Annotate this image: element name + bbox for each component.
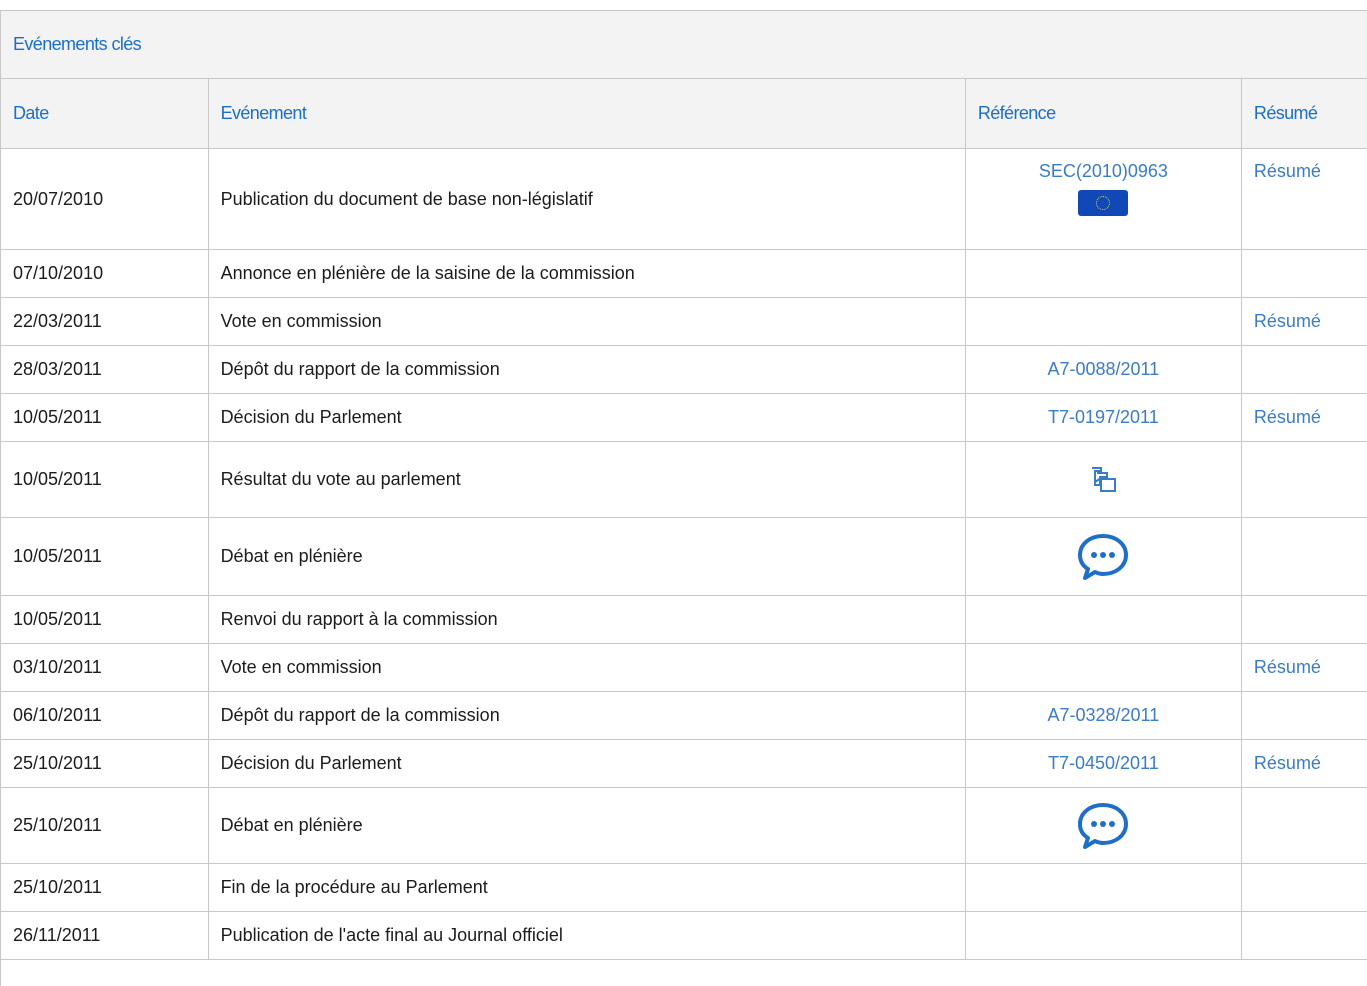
event-summary-cell: Résumé: [1241, 643, 1367, 692]
event-date: 22/03/2011: [1, 297, 209, 346]
event-name: Publication de l'acte final au Journal o…: [208, 911, 966, 960]
event-reference-cell: [965, 441, 1242, 518]
key-events-panel: Evénements clés Date Evénement Référence…: [0, 10, 1367, 986]
event-reference-cell: SEC(2010)0963: [965, 148, 1242, 250]
event-name: Publication du document de base non-légi…: [208, 148, 966, 250]
event-reference-cell: T7-0197/2011: [965, 393, 1242, 442]
column-header-event: Evénement: [208, 79, 966, 149]
event-reference-cell: [965, 297, 1242, 346]
reference-link[interactable]: T7-0197/2011: [1048, 407, 1159, 427]
table-row: 28/03/2011 Dépôt du rapport de la commis…: [1, 345, 1367, 394]
event-summary-cell: [1241, 441, 1367, 518]
table-row: 10/05/2011 Renvoi du rapport à la commis…: [1, 595, 1367, 644]
event-summary-cell: Résumé: [1241, 297, 1367, 346]
table-row: 22/03/2011 Vote en commission Résumé: [1, 297, 1367, 346]
event-summary-cell: [1241, 595, 1367, 644]
reference-link[interactable]: A7-0328/2011: [1047, 705, 1159, 725]
event-reference-cell: [965, 911, 1242, 960]
event-summary-cell: [1241, 787, 1367, 864]
reference-link[interactable]: T7-0450/2011: [1048, 753, 1159, 773]
event-name: Vote en commission: [208, 643, 966, 692]
event-reference-cell: [965, 863, 1242, 912]
event-reference-cell: A7-0088/2011: [965, 345, 1242, 394]
summary-link[interactable]: Résumé: [1254, 753, 1321, 773]
event-name: Débat en plénière: [208, 517, 966, 596]
event-reference-cell: A7-0328/2011: [965, 691, 1242, 740]
table-row: 07/10/2010 Annonce en plénière de la sai…: [1, 249, 1367, 298]
event-summary-cell: [1241, 863, 1367, 912]
reference-link[interactable]: A7-0088/2011: [1047, 359, 1159, 379]
event-reference-cell: [965, 643, 1242, 692]
event-summary-cell: [1241, 517, 1367, 596]
table-row: 10/05/2011 Résultat du vote au parlement: [1, 441, 1367, 518]
event-date: 06/10/2011: [1, 691, 209, 740]
eu-flag-icon[interactable]: [1078, 190, 1129, 216]
table-row: 03/10/2011 Vote en commission Résumé: [1, 643, 1367, 692]
table-row: 25/10/2011 Fin de la procédure au Parlem…: [1, 863, 1367, 912]
event-date: 10/05/2011: [1, 441, 209, 518]
summary-link[interactable]: Résumé: [1254, 407, 1321, 427]
table-row: 06/10/2011 Dépôt du rapport de la commis…: [1, 691, 1367, 740]
event-name: Annonce en plénière de la saisine de la …: [208, 249, 966, 298]
event-summary-cell: Résumé: [1241, 739, 1367, 788]
table-row: 10/05/2011 Débat en plénière: [1, 517, 1367, 596]
event-name: Débat en plénière: [208, 787, 966, 864]
event-summary-cell: [1241, 911, 1367, 960]
event-summary-cell: Résumé: [1241, 393, 1367, 442]
event-name: Dépôt du rapport de la commission: [208, 691, 966, 740]
key-events-table: Date Evénement Référence Résumé 20/07/20…: [1, 79, 1367, 960]
event-summary-cell: [1241, 691, 1367, 740]
event-name: Dépôt du rapport de la commission: [208, 345, 966, 394]
event-date: 10/05/2011: [1, 595, 209, 644]
event-date: 10/05/2011: [1, 517, 209, 596]
table-header-row: Date Evénement Référence Résumé: [1, 79, 1367, 149]
event-date: 25/10/2011: [1, 787, 209, 864]
event-date: 07/10/2010: [1, 249, 209, 298]
event-reference-cell: T7-0450/2011: [965, 739, 1242, 788]
event-date: 10/05/2011: [1, 393, 209, 442]
event-name: Fin de la procédure au Parlement: [208, 863, 966, 912]
event-date: 25/10/2011: [1, 739, 209, 788]
event-name: Résultat du vote au parlement: [208, 441, 966, 518]
summary-link[interactable]: Résumé: [1254, 311, 1321, 331]
event-date: 25/10/2011: [1, 863, 209, 912]
event-date: 26/11/2011: [1, 911, 209, 960]
table-row: 25/10/2011 Décision du Parlement T7-0450…: [1, 739, 1367, 788]
table-row: 26/11/2011 Publication de l'acte final a…: [1, 911, 1367, 960]
event-name: Renvoi du rapport à la commission: [208, 595, 966, 644]
column-header-reference: Référence: [965, 79, 1242, 149]
event-summary-cell: [1241, 345, 1367, 394]
table-row: 20/07/2010 Publication du document de ba…: [1, 148, 1367, 250]
event-date: 20/07/2010: [1, 148, 209, 250]
summary-link[interactable]: Résumé: [1254, 161, 1321, 181]
vote-result-icon[interactable]: [1085, 462, 1121, 498]
column-header-summary: Résumé: [1241, 79, 1367, 149]
event-summary-cell: Résumé: [1241, 148, 1367, 250]
summary-link[interactable]: Résumé: [1254, 657, 1321, 677]
debate-chat-icon[interactable]: [1076, 802, 1130, 850]
panel-title: Evénements clés: [1, 11, 1367, 79]
event-name: Décision du Parlement: [208, 739, 966, 788]
event-name: Décision du Parlement: [208, 393, 966, 442]
event-date: 28/03/2011: [1, 345, 209, 394]
event-reference-cell: [965, 595, 1242, 644]
event-date: 03/10/2011: [1, 643, 209, 692]
event-reference-cell: [965, 787, 1242, 864]
event-reference-cell: [965, 517, 1242, 596]
column-header-date: Date: [1, 79, 209, 149]
event-summary-cell: [1241, 249, 1367, 298]
table-row: 10/05/2011 Décision du Parlement T7-0197…: [1, 393, 1367, 442]
event-reference-cell: [965, 249, 1242, 298]
event-name: Vote en commission: [208, 297, 966, 346]
debate-chat-icon[interactable]: [1076, 533, 1130, 581]
table-row: 25/10/2011 Débat en plénière: [1, 787, 1367, 864]
reference-link[interactable]: SEC(2010)0963: [1039, 161, 1168, 182]
